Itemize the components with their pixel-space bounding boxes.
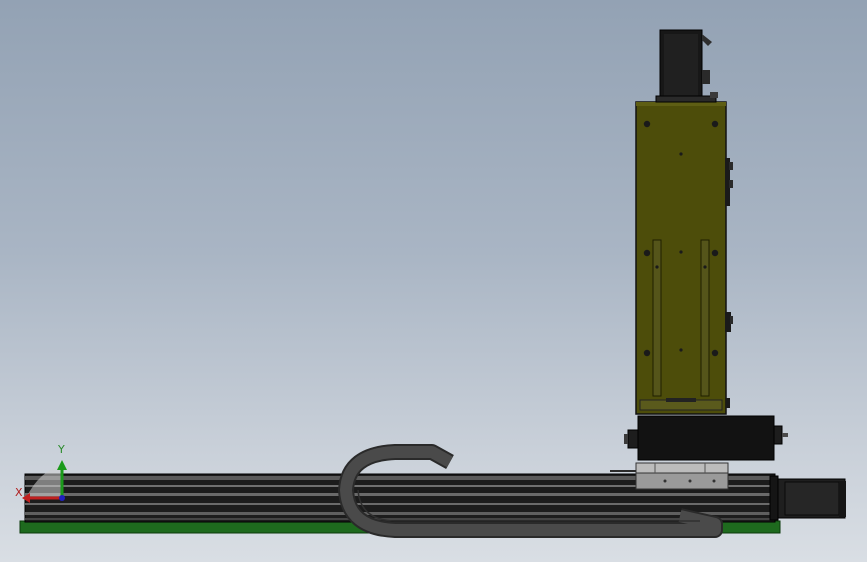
vertical-motor [655, 29, 718, 103]
horizontal-motor [769, 475, 846, 521]
vertical-column [635, 101, 733, 415]
triad-z-axis [59, 495, 65, 501]
triad-y-arrow [57, 460, 67, 470]
triad-x-label: X [15, 486, 23, 499]
triad-y-label: Y [58, 443, 65, 456]
cad-viewport[interactable]: Y X [0, 0, 867, 562]
linear-actuator-model[interactable] [0, 0, 867, 562]
vertical-axis-drive-box [624, 415, 788, 461]
